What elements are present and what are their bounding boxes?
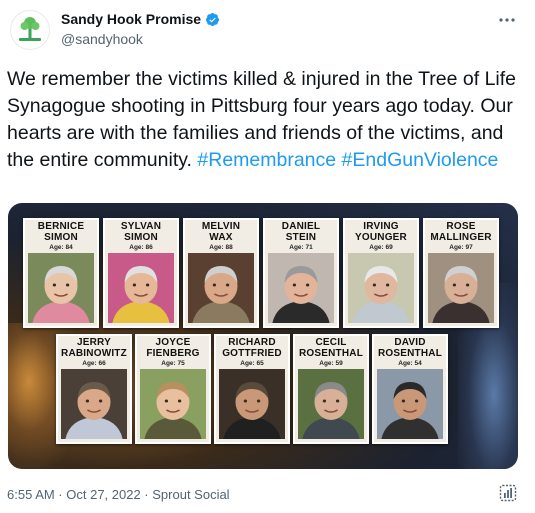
tweet: Sandy Hook Promise @sandyhook We remembe… <box>0 0 535 513</box>
tree-logo-icon <box>19 17 41 41</box>
victim-name: FIENBERG <box>146 347 200 359</box>
victim-name: ROSENTHAL <box>298 347 364 359</box>
victim-name: YOUNGER <box>355 231 407 243</box>
victim-age: Age: 97 <box>449 244 473 251</box>
victim-card-header: CECIL ROSENTHAL Age: 59 <box>295 337 367 368</box>
display-name[interactable]: Sandy Hook Promise <box>61 11 201 27</box>
victim-name: ROSENTHAL <box>377 347 443 359</box>
victim-photo <box>140 369 206 439</box>
avatar[interactable] <box>10 10 50 50</box>
victim-card-header: SYLVAN SIMON Age: 86 <box>105 221 177 252</box>
victim-card-header: DANIEL STEIN Age: 71 <box>265 221 337 252</box>
victim-age: Age: 54 <box>398 360 422 367</box>
victim-card: JOYCE FIENBERG Age: 75 <box>135 334 211 444</box>
victim-name: RABINOWITZ <box>61 347 127 359</box>
victim-name: IRVING <box>363 221 399 232</box>
victim-name: ROSE <box>446 221 476 232</box>
victim-card-header: MELVIN WAX Age: 88 <box>185 221 257 252</box>
victim-age: Age: 84 <box>49 244 73 251</box>
victim-name: DANIEL <box>281 221 321 232</box>
victim-card: DANIEL STEIN Age: 71 <box>263 218 339 328</box>
victim-card-header: JOYCE FIENBERG Age: 75 <box>137 337 209 368</box>
victim-card: JERRY RABINOWITZ Age: 66 <box>56 334 132 444</box>
victim-age: Age: 66 <box>82 360 106 367</box>
victim-photo <box>298 369 364 439</box>
victim-card: RICHARD GOTTFRIED Age: 65 <box>214 334 290 444</box>
victim-name: JOYCE <box>155 337 191 348</box>
victim-name: BERNICE <box>37 221 85 232</box>
victim-card: CECIL ROSENTHAL Age: 59 <box>293 334 369 444</box>
victim-card-header: BERNICE SIMON Age: 84 <box>25 221 97 252</box>
victim-card: MELVIN WAX Age: 88 <box>183 218 259 328</box>
author-row: Sandy Hook Promise <box>61 11 220 27</box>
victim-card-header: JERRY RABINOWITZ Age: 66 <box>58 337 130 368</box>
victim-age: Age: 59 <box>319 360 343 367</box>
victim-name: MALLINGER <box>430 231 492 243</box>
victim-card-header: IRVING YOUNGER Age: 69 <box>345 221 417 252</box>
victim-photo <box>28 253 94 323</box>
victim-card: DAVID ROSENTHAL Age: 54 <box>372 334 448 444</box>
victim-name: SIMON <box>44 231 78 243</box>
victim-card-header: RICHARD GOTTFRIED Age: 65 <box>216 337 288 368</box>
victim-age: Age: 65 <box>240 360 264 367</box>
victim-name: STEIN <box>285 231 317 243</box>
timestamp[interactable]: 6:55 AM · Oct 27, 2022 · <box>7 487 152 502</box>
victim-photo <box>348 253 414 323</box>
hashtag-links[interactable]: #Remembrance #EndGunViolence <box>197 149 498 171</box>
victim-name: SYLVAN <box>120 221 162 232</box>
victim-photo <box>219 369 285 439</box>
victim-photo <box>108 253 174 323</box>
victim-age: Age: 69 <box>369 244 393 251</box>
media-image[interactable]: BERNICE SIMON Age: 84 SYLVAN SIMON Age: 86 MEL… <box>8 203 518 469</box>
tweet-text: We remember the victims killed & injured… <box>7 66 522 174</box>
victim-photo <box>188 253 254 323</box>
victim-age: Age: 86 <box>129 244 153 251</box>
victim-name: RICHARD <box>228 337 276 348</box>
victim-photo <box>377 369 443 439</box>
victim-photo <box>61 369 127 439</box>
analytics-icon[interactable] <box>499 484 517 502</box>
victim-photo <box>268 253 334 323</box>
victim-age: Age: 75 <box>161 360 185 367</box>
verified-badge-icon <box>205 12 220 26</box>
victim-name: WAX <box>209 231 233 243</box>
victim-card: IRVING YOUNGER Age: 69 <box>343 218 419 328</box>
victim-card: BERNICE SIMON Age: 84 <box>23 218 99 328</box>
victim-card-header: ROSE MALLINGER Age: 97 <box>425 221 497 252</box>
victim-age: Age: 71 <box>289 244 313 251</box>
tweet-meta: 6:55 AM · Oct 27, 2022 · Sprout Social <box>7 487 230 502</box>
victim-name: GOTTFRIED <box>222 347 282 359</box>
victim-card-header: DAVID ROSENTHAL Age: 54 <box>374 337 446 368</box>
victim-age: Age: 88 <box>209 244 233 251</box>
victim-card: ROSE MALLINGER Age: 97 <box>423 218 499 328</box>
victim-name: DAVID <box>394 337 426 348</box>
handle[interactable]: @sandyhook <box>61 31 143 47</box>
victim-card: SYLVAN SIMON Age: 86 <box>103 218 179 328</box>
victim-name: MELVIN <box>201 221 241 232</box>
victim-name: JERRY <box>77 337 111 348</box>
more-options-icon[interactable] <box>497 10 517 30</box>
source-label: Sprout Social <box>152 487 230 502</box>
victim-name: CECIL <box>315 337 347 348</box>
victim-name: SIMON <box>124 231 158 243</box>
victim-photo <box>428 253 494 323</box>
